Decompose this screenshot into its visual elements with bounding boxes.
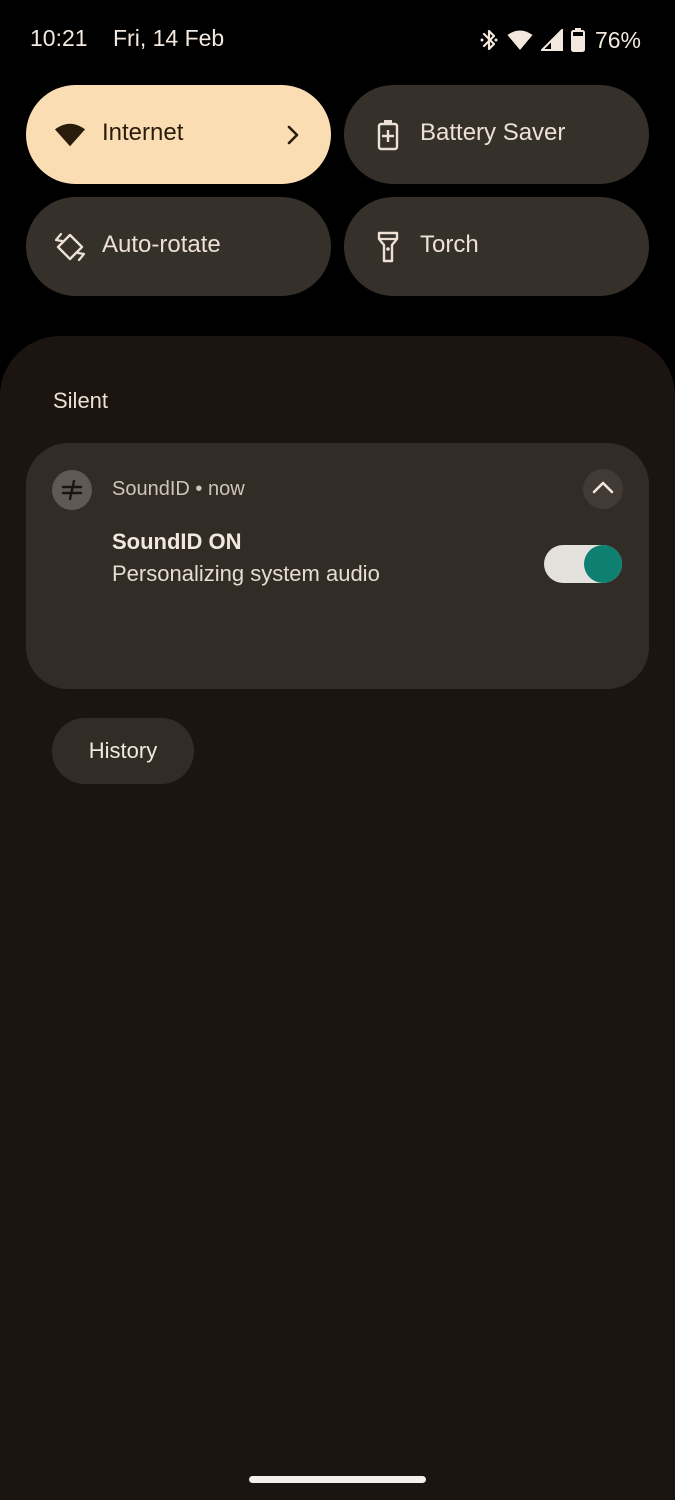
tile-label-torch: Torch bbox=[420, 231, 479, 258]
soundid-toggle[interactable] bbox=[544, 545, 622, 583]
toggle-knob bbox=[584, 545, 622, 583]
battery-icon bbox=[570, 28, 585, 52]
tile-label-internet: Internet bbox=[102, 119, 184, 146]
bluetooth-icon bbox=[479, 27, 499, 53]
battery-saver-icon bbox=[372, 119, 404, 151]
tile-internet[interactable]: Internet bbox=[26, 85, 331, 184]
notification-card-soundid[interactable]: SoundID • now SoundID ON Personalizing s… bbox=[26, 443, 649, 689]
status-time: 10:21 bbox=[30, 25, 88, 51]
tile-torch[interactable]: Torch bbox=[344, 197, 649, 296]
tile-auto-rotate[interactable]: Auto-rotate bbox=[26, 197, 331, 296]
notification-shade-screen: 10:21 Fri, 14 Feb 76% Internet Battery S… bbox=[0, 0, 675, 1500]
notification-title: SoundID ON bbox=[112, 529, 242, 554]
chevron-up-icon bbox=[592, 480, 614, 499]
torch-icon bbox=[372, 231, 404, 263]
status-bar: 10:21 Fri, 14 Feb 76% bbox=[0, 0, 675, 80]
rotate-icon bbox=[54, 231, 86, 263]
gesture-nav-handle[interactable] bbox=[249, 1476, 426, 1483]
tile-battery-saver[interactable]: Battery Saver bbox=[344, 85, 649, 184]
section-label-silent: Silent bbox=[53, 388, 109, 413]
collapse-button[interactable] bbox=[583, 469, 623, 509]
status-icons: 76% bbox=[479, 25, 641, 55]
wifi-icon bbox=[507, 29, 533, 51]
tile-label-battery-saver: Battery Saver bbox=[420, 119, 566, 146]
wifi-icon bbox=[54, 119, 86, 151]
battery-percent: 76% bbox=[594, 26, 641, 53]
signal-icon bbox=[540, 29, 563, 51]
history-button[interactable]: History bbox=[52, 718, 194, 784]
soundid-app-icon bbox=[52, 470, 92, 510]
tile-label-auto-rotate: Auto-rotate bbox=[102, 231, 221, 258]
notification-text: Personalizing system audio bbox=[112, 561, 380, 586]
notification-app-meta: SoundID • now bbox=[112, 478, 245, 500]
chevron-right-icon bbox=[281, 121, 305, 149]
status-date: Fri, 14 Feb bbox=[113, 25, 225, 51]
